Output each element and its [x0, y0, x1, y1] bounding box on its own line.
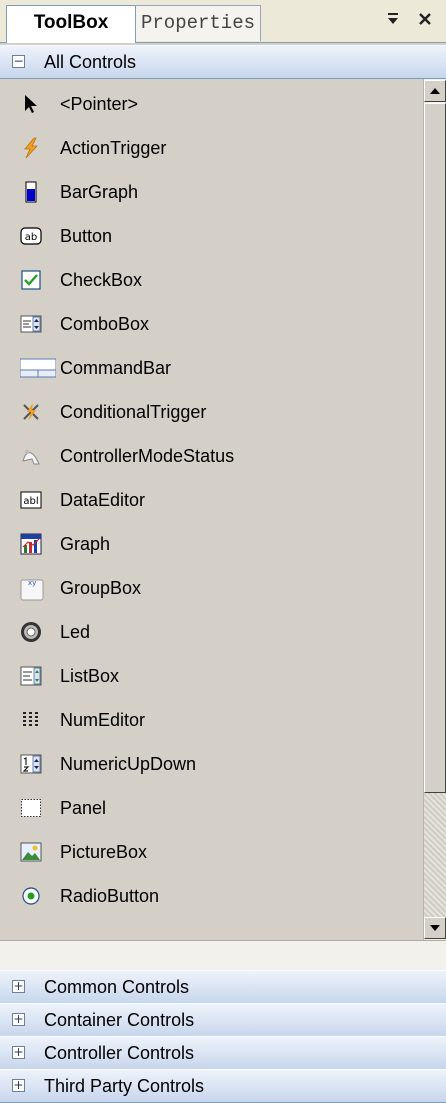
section-controller-controls[interactable]: + Controller Controls: [0, 1036, 446, 1070]
section-label: Common Controls: [44, 977, 190, 997]
scroll-down-button[interactable]: [424, 917, 446, 939]
expand-icon[interactable]: +: [12, 980, 25, 993]
button-icon: ab: [20, 225, 42, 247]
pointer-icon: [20, 93, 42, 115]
section-label: All Controls: [44, 52, 137, 72]
collapse-icon[interactable]: −: [12, 55, 25, 68]
groupbox-icon: xy: [20, 577, 44, 601]
graph-icon: [20, 533, 42, 555]
section-common-controls[interactable]: + Common Controls: [0, 970, 446, 1004]
list-item-conditionaltrigger[interactable]: ConditionalTrigger: [0, 391, 423, 435]
list-item-actiontrigger[interactable]: ActionTrigger: [0, 127, 423, 171]
item-label: GroupBox: [60, 578, 142, 598]
scroll-track[interactable]: [424, 793, 446, 917]
button-icon-text: ab: [25, 232, 37, 243]
list-item-commandbar[interactable]: CommandBar: [0, 347, 423, 391]
checkbox-icon: [20, 269, 42, 291]
list-item-pointer[interactable]: <Pointer>: [0, 83, 423, 127]
list-item-groupbox[interactable]: xy GroupBox: [0, 567, 423, 611]
list-item-picturebox[interactable]: PictureBox: [0, 831, 423, 875]
item-label: NumericUpDown: [60, 754, 197, 774]
list-item-panel[interactable]: Panel: [0, 787, 423, 831]
item-label: ListBox: [60, 666, 120, 686]
item-label: Led: [60, 622, 91, 642]
item-label: BarGraph: [60, 182, 139, 202]
pin-dropdown-icon[interactable]: [386, 10, 400, 32]
picturebox-icon: [20, 841, 42, 863]
list-item-radiobutton[interactable]: RadioButton: [0, 875, 423, 919]
item-label: Panel: [60, 798, 107, 818]
groupbox-icon-text: xy: [28, 579, 36, 587]
close-icon[interactable]: [418, 10, 432, 32]
numericupdown-icon: [20, 753, 42, 775]
panel-icon: [20, 797, 42, 819]
item-label: ComboBox: [60, 314, 150, 334]
list-footer-gap: [0, 940, 446, 970]
lightning-icon: [20, 137, 42, 159]
expand-icon[interactable]: +: [12, 1013, 25, 1026]
section-label: Controller Controls: [44, 1043, 195, 1063]
item-label: RadioButton: [60, 886, 160, 906]
expand-icon[interactable]: +: [12, 1046, 25, 1059]
toolbox-item-list: <Pointer> ActionTrigger BarGraph ab Butt…: [0, 79, 423, 940]
list-item-checkbox[interactable]: CheckBox: [0, 259, 423, 303]
list-item-led[interactable]: Led: [0, 611, 423, 655]
item-label: <Pointer>: [60, 94, 139, 114]
section-all-controls[interactable]: − All Controls: [0, 45, 446, 79]
led-icon: [20, 621, 42, 643]
list-item-dataeditor[interactable]: abl DataEditor: [0, 479, 423, 523]
item-label: Button: [60, 226, 113, 246]
item-label: NumEditor: [60, 710, 146, 730]
dataeditor-icon: abl: [20, 489, 42, 511]
list-item-graph[interactable]: Graph: [0, 523, 423, 567]
item-label: Graph: [60, 534, 111, 554]
tab-properties[interactable]: Properties: [135, 5, 261, 41]
numeditor-icon: [20, 709, 42, 731]
section-third-party-controls[interactable]: + Third Party Controls: [0, 1069, 446, 1103]
toolbox-tab-bar: ToolBox Properties: [0, 0, 446, 43]
item-label: ControllerModeStatus: [60, 446, 235, 466]
list-item-numericupdown[interactable]: NumericUpDown: [0, 743, 423, 787]
listbox-icon: [20, 665, 42, 687]
dataeditor-icon-text: abl: [23, 496, 38, 507]
scroll-up-button[interactable]: [424, 80, 446, 102]
list-item-listbox[interactable]: ListBox: [0, 655, 423, 699]
list-item-combobox[interactable]: ComboBox: [0, 303, 423, 347]
controller-mode-icon: [20, 445, 42, 467]
section-label: Container Controls: [44, 1010, 195, 1030]
item-label: PictureBox: [60, 842, 148, 862]
item-label: ConditionalTrigger: [60, 402, 207, 422]
bargraph-icon: [20, 181, 42, 203]
list-item-controllermodestatus[interactable]: ControllerModeStatus: [0, 435, 423, 479]
list-item-numeditor[interactable]: NumEditor: [0, 699, 423, 743]
item-label: ActionTrigger: [60, 138, 167, 158]
combobox-icon: [20, 313, 42, 335]
item-label: DataEditor: [60, 490, 146, 510]
list-item-button[interactable]: ab Button: [0, 215, 423, 259]
tab-toolbox[interactable]: ToolBox: [6, 5, 136, 43]
vertical-scrollbar[interactable]: [423, 79, 446, 940]
radiobutton-icon: [20, 885, 42, 907]
commandbar-icon: [19, 357, 57, 379]
section-label: Third Party Controls: [44, 1076, 205, 1096]
section-container-controls[interactable]: + Container Controls: [0, 1003, 446, 1037]
expand-icon[interactable]: +: [12, 1079, 25, 1092]
conditional-trigger-icon: [20, 401, 42, 423]
list-item-bargraph[interactable]: BarGraph: [0, 171, 423, 215]
scroll-thumb[interactable]: [424, 103, 446, 793]
item-label: CheckBox: [60, 270, 143, 290]
item-label: CommandBar: [60, 358, 172, 378]
